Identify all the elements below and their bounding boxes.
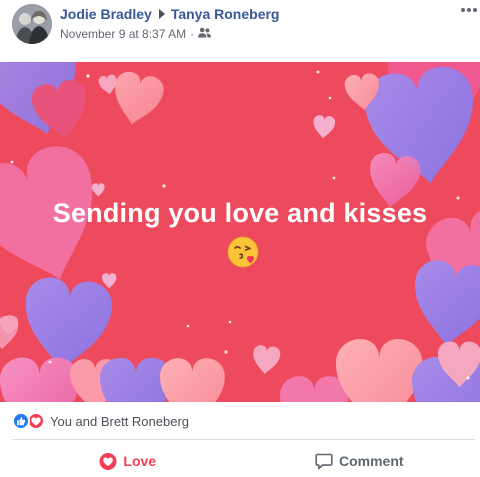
meta-separator: ·: [190, 27, 195, 41]
avatar[interactable]: [12, 4, 52, 44]
banner-message: Sending you love and kisses: [52, 198, 428, 228]
post-header: Jodie Bradley Tanya Roneberg November 9 …: [0, 0, 480, 62]
post-timestamp[interactable]: November 9 at 8:37 AM: [60, 27, 186, 41]
love-label: Love: [123, 453, 157, 469]
author-link[interactable]: Jodie Bradley: [60, 6, 152, 22]
face-blowing-kiss-emoji: [227, 236, 259, 268]
love-button[interactable]: Love: [12, 445, 244, 477]
friends-icon[interactable]: [198, 27, 212, 41]
reactions-summary[interactable]: You and Brett Roneberg: [12, 412, 189, 430]
comment-label: Comment: [338, 453, 404, 469]
post-participants: Jodie Bradley Tanya Roneberg: [60, 6, 279, 22]
reactions-text: You and Brett Roneberg: [50, 413, 190, 429]
arrow-right-icon: [158, 9, 165, 19]
post-meta: November 9 at 8:37 AM ·: [60, 27, 212, 41]
hearts-background: [0, 62, 480, 402]
more-options-icon[interactable]: [458, 2, 480, 18]
greeting-banner: Sending you love and kisses: [0, 62, 480, 402]
recipient-link[interactable]: Tanya Roneberg: [171, 6, 280, 22]
love-icon: [99, 452, 117, 470]
comment-button[interactable]: Comment: [244, 445, 476, 477]
comment-icon: [315, 453, 333, 469]
divider: [12, 439, 475, 440]
post-actions: Love Comment: [12, 445, 475, 477]
like-reaction-icon: [12, 412, 30, 430]
